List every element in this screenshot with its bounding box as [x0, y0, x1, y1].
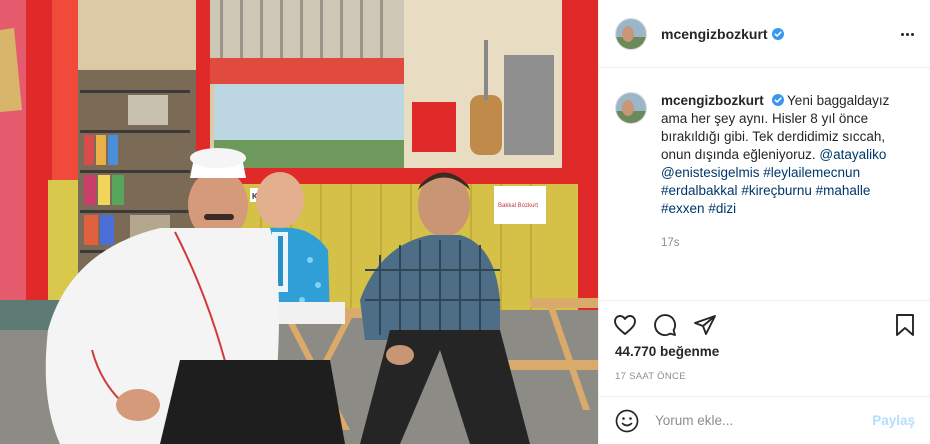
hashtag-link[interactable]: #erdalbakkal	[661, 183, 738, 198]
instagram-post: KURA Bakkal Bozkurt	[0, 0, 930, 444]
avatar-image	[616, 93, 646, 123]
smiley-icon[interactable]	[615, 409, 639, 433]
likes-count[interactable]: 44.770 beğenme	[615, 344, 719, 359]
post-header: mcengizbozkurt	[599, 0, 930, 68]
heart-icon[interactable]	[613, 313, 637, 337]
hashtag-link[interactable]: #kireçburnu	[741, 183, 812, 198]
comment-input[interactable]	[655, 413, 865, 428]
action-bar	[599, 300, 930, 348]
post-photo[interactable]: KURA Bakkal Bozkurt	[0, 0, 598, 444]
caption-username-link[interactable]: mcengizbozkurt	[661, 93, 764, 108]
comment-bar: Paylaş	[599, 396, 930, 444]
avatar[interactable]	[615, 17, 647, 50]
more-options-icon[interactable]	[897, 24, 917, 44]
comment-bubble-icon[interactable]	[653, 313, 677, 337]
hashtag-link[interactable]: #leylailemecnun	[763, 165, 860, 180]
hashtag-link[interactable]: #dizi	[708, 201, 736, 216]
verified-badge-icon	[771, 27, 784, 40]
hashtag-link[interactable]: #mahalle	[816, 183, 871, 198]
avatar-image	[616, 18, 646, 49]
photo-illustration: KURA Bakkal Bozkurt	[0, 0, 598, 444]
mention-link[interactable]: @enistesigelmis	[661, 165, 760, 180]
paper-plane-icon[interactable]	[693, 313, 717, 337]
note-paper-text: Bakkal Bozkurt	[498, 203, 538, 209]
caption-text-block: mcengizbozkurt Yeni baggaldayız ama her …	[661, 92, 915, 252]
caption-timestamp[interactable]: 17s	[661, 234, 915, 252]
bookmark-icon[interactable]	[893, 313, 917, 337]
username-link[interactable]: mcengizbozkurt	[661, 26, 768, 42]
verified-badge-icon	[771, 94, 784, 106]
hashtag-link[interactable]: #exxen	[661, 201, 705, 216]
post-comment-button[interactable]: Paylaş	[872, 413, 915, 428]
caption-section: mcengizbozkurt Yeni baggaldayız ama her …	[599, 80, 930, 252]
post-timestamp[interactable]: 17 SAAT ÖNCE	[615, 371, 686, 382]
post-side-panel: mcengizbozkurt mcengizbozkurt Yeni bagga…	[598, 0, 930, 444]
caption-avatar[interactable]	[615, 92, 647, 124]
mention-link[interactable]: @atayaliko	[819, 147, 886, 162]
